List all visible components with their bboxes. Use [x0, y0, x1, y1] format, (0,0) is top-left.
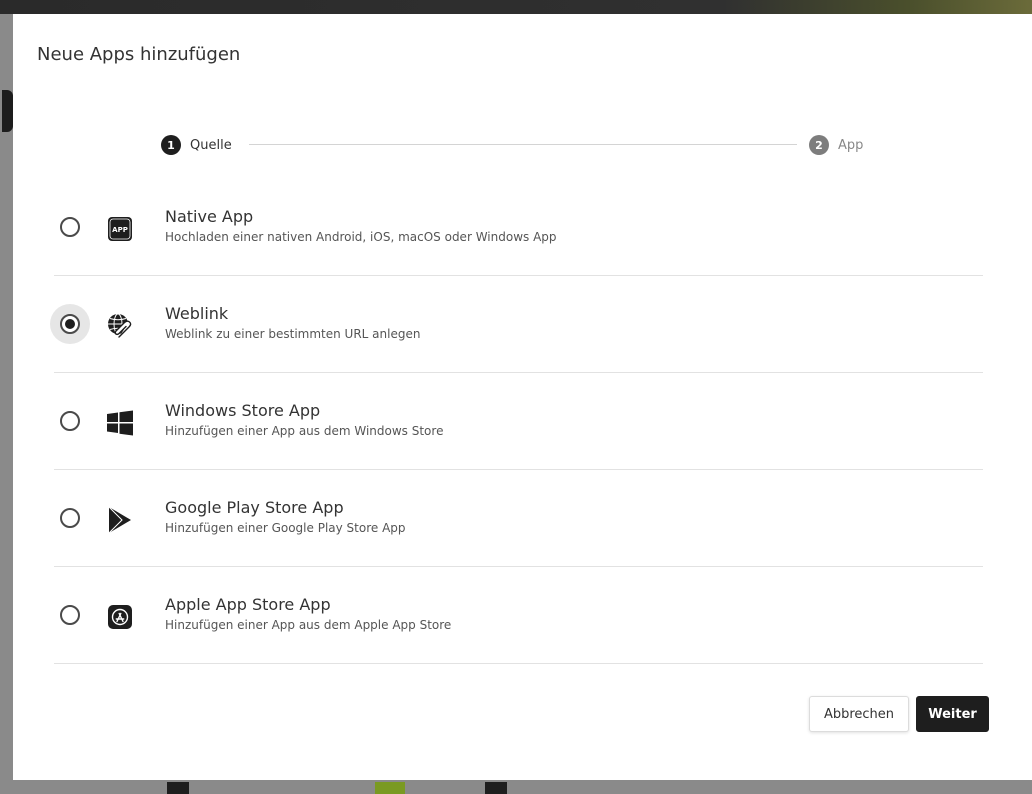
radio-wrapper[interactable]: [50, 207, 90, 247]
radio-wrapper[interactable]: [50, 595, 90, 635]
option-title: Weblink: [165, 304, 229, 323]
option-title: Apple App Store App: [165, 595, 331, 614]
cancel-button[interactable]: Abbrechen: [809, 696, 909, 732]
app-source-options: APP Native App Hochladen einer nativen A…: [50, 179, 983, 664]
step-source: 1 Quelle: [161, 134, 232, 156]
app-badge-icon: APP: [106, 215, 134, 243]
play-store-icon: [106, 506, 134, 534]
step-label: App: [838, 137, 864, 153]
step-number: 2: [809, 135, 829, 155]
globe-paperclip-icon: [106, 312, 134, 340]
option-text: Google Play Store App Hinzufügen einer G…: [165, 498, 406, 536]
step-number: 1: [161, 135, 181, 155]
option-text: Weblink Weblink zu einer bestimmten URL …: [165, 304, 420, 342]
add-apps-dialog: Neue Apps hinzufügen 1 Quelle 2 App APP: [13, 14, 1032, 780]
app-badge-text: APP: [112, 226, 128, 234]
option-text: Native App Hochladen einer nativen Andro…: [165, 207, 557, 245]
option-native-app[interactable]: APP Native App Hochladen einer nativen A…: [54, 179, 983, 276]
native-app-radio[interactable]: [60, 217, 80, 237]
stepper-connector: [249, 144, 797, 145]
option-google-play[interactable]: Google Play Store App Hinzufügen einer G…: [54, 470, 983, 567]
next-button[interactable]: Weiter: [916, 696, 989, 732]
option-title: Native App: [165, 207, 254, 226]
option-description: Weblink zu einer bestimmten URL anlegen: [165, 327, 421, 341]
option-description: Hinzufügen einer App aus dem Windows Sto…: [165, 424, 444, 438]
radio-wrapper[interactable]: [50, 498, 90, 538]
dialog-title: Neue Apps hinzufügen: [37, 44, 241, 65]
option-text: Windows Store App Hinzufügen einer App a…: [165, 401, 443, 439]
option-text: Apple App Store App Hinzufügen einer App…: [165, 595, 451, 633]
option-windows-store[interactable]: Windows Store App Hinzufügen einer App a…: [54, 373, 983, 470]
option-description: Hinzufügen einer Google Play Store App: [165, 521, 406, 535]
background-thumbnail: [167, 782, 189, 794]
radio-wrapper[interactable]: [50, 304, 90, 344]
option-description: Hinzufügen einer App aus dem Apple App S…: [165, 618, 452, 632]
option-apple-app-store[interactable]: Apple App Store App Hinzufügen einer App…: [54, 567, 983, 664]
radio-wrapper[interactable]: [50, 401, 90, 441]
stepper: 1 Quelle 2 App: [161, 134, 871, 156]
option-title: Windows Store App: [165, 401, 321, 420]
background-table-row: [13, 780, 1032, 794]
app-store-icon: [106, 603, 134, 631]
weblink-radio[interactable]: [60, 314, 80, 334]
background-thumbnail: [485, 782, 507, 794]
option-description: Hochladen einer nativen Android, iOS, ma…: [165, 230, 557, 244]
option-weblink[interactable]: Weblink Weblink zu einer bestimmten URL …: [50, 276, 983, 373]
apple-app-store-radio[interactable]: [60, 605, 80, 625]
google-play-radio[interactable]: [60, 508, 80, 528]
windows-store-radio[interactable]: [60, 411, 80, 431]
step-app: 2 App: [809, 134, 863, 156]
windows-logo-icon: [106, 409, 134, 437]
background-header: [0, 0, 1032, 14]
background-sidebar-pill: [2, 90, 13, 132]
option-title: Google Play Store App: [165, 498, 344, 517]
background-thumbnail: [375, 782, 405, 794]
step-label: Quelle: [190, 137, 232, 153]
